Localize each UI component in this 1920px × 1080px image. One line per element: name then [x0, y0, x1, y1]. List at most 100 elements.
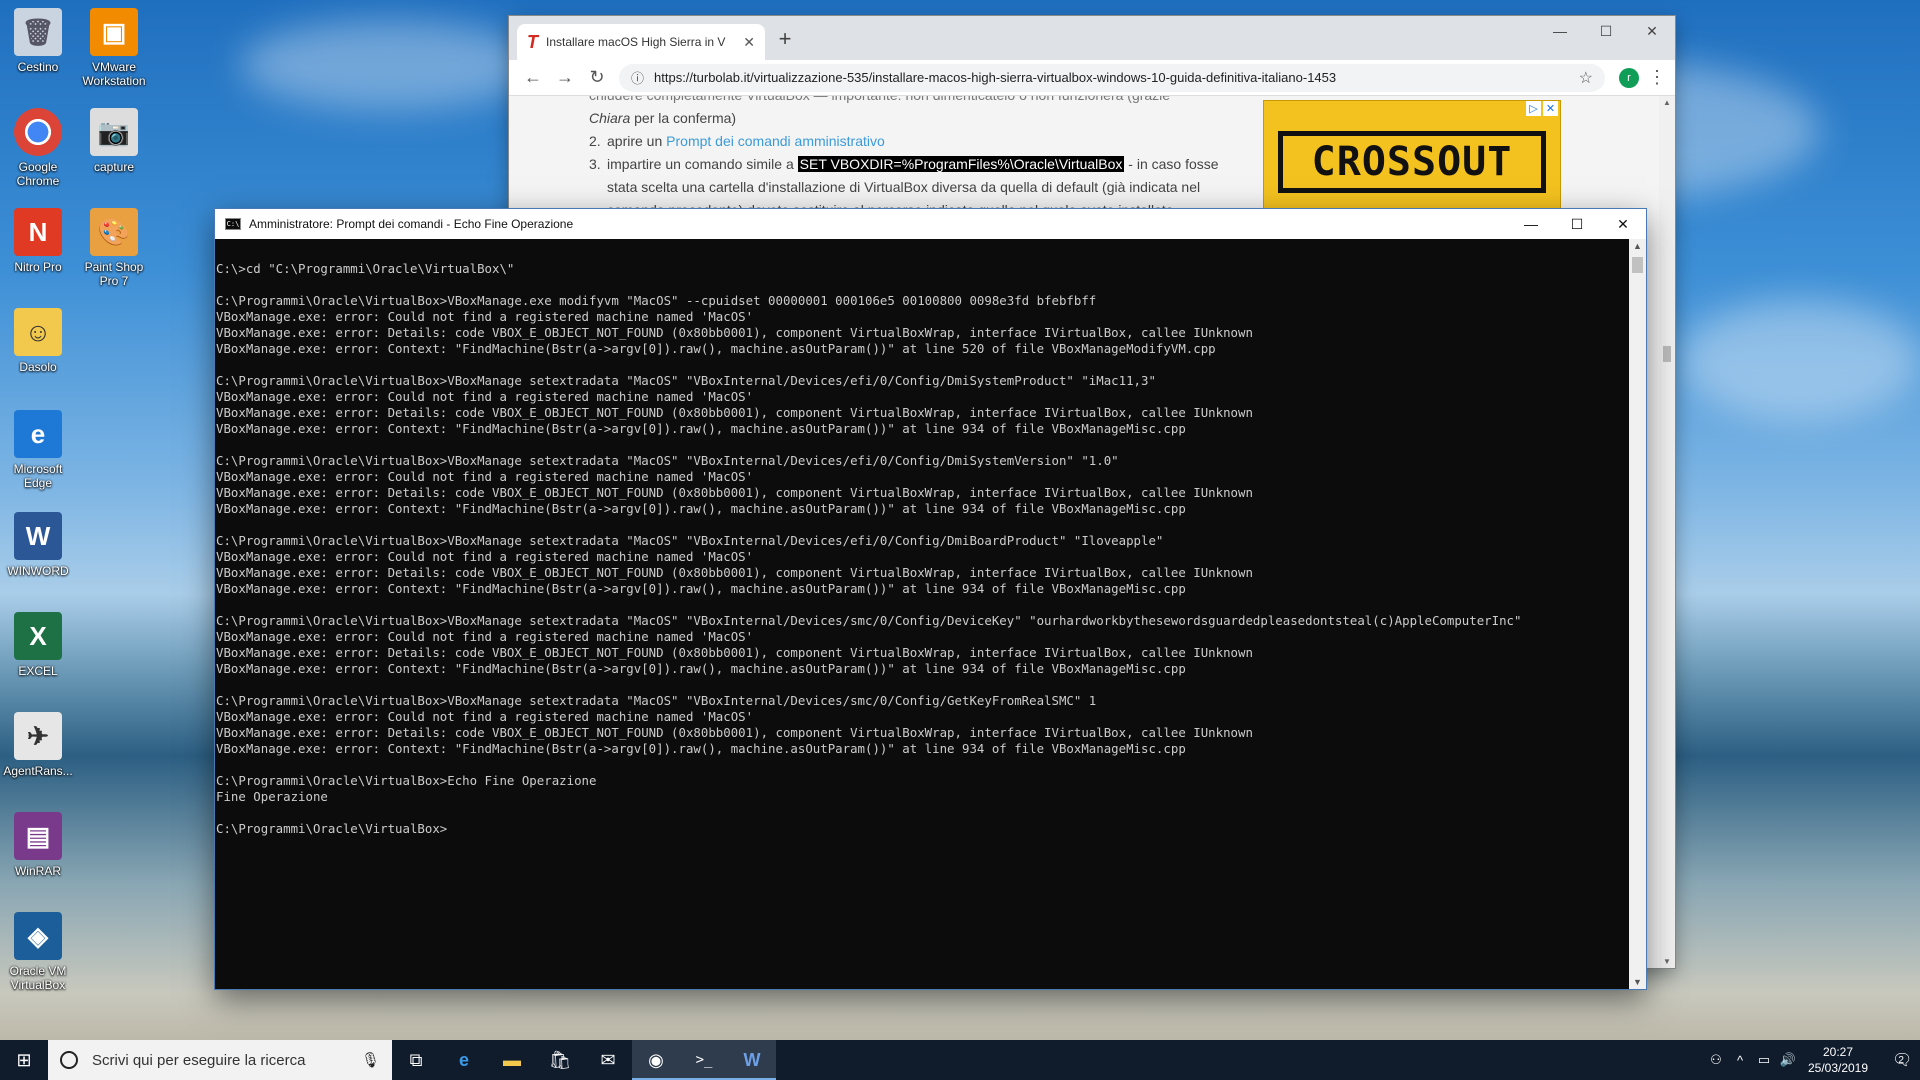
article-body: chiudere completamente VirtualBox — impo… [589, 96, 1229, 222]
scroll-up-icon[interactable]: ▲ [1629, 241, 1646, 251]
network-icon[interactable]: ▭ [1752, 1052, 1776, 1068]
article-line: Chiara per la conferma) [589, 107, 1229, 130]
bookmark-star-icon[interactable]: ☆ [1579, 68, 1593, 88]
edge-icon[interactable]: e [440, 1040, 488, 1080]
command-prompt-window[interactable]: C:\ Amministratore: Prompt dei comandi -… [215, 209, 1646, 989]
ad-close-icon[interactable]: ✕ [1543, 101, 1558, 116]
volume-icon[interactable]: 🔊 [1776, 1052, 1800, 1068]
scroll-down-icon[interactable]: ▼ [1629, 977, 1646, 987]
notification-count: 2 [1898, 1054, 1904, 1066]
notification-icon[interactable]: 🗨 2 [1876, 1050, 1920, 1070]
microphone-icon[interactable]: 🎙 [361, 1051, 380, 1069]
user-folder-icon: ☺ [14, 308, 62, 356]
scrollbar-thumb[interactable] [1663, 346, 1671, 362]
console-line: C:\>cd "C:\Programmi\Oracle\VirtualBox\" [216, 261, 515, 276]
url-text[interactable]: https://turbolab.it/virtualizzazione-535… [654, 70, 1579, 85]
step-text: aprire un [607, 133, 667, 149]
console-line: VBoxManage.exe: error: Context: "FindMac… [216, 341, 1216, 356]
address-bar[interactable]: ⓘ https://turbolab.it/virtualizzazione-5… [619, 63, 1605, 92]
desktop-icon-word[interactable]: W WINWORD [0, 512, 76, 578]
cmd-scrollbar[interactable]: ▲ ▼ [1629, 239, 1646, 989]
maximize-icon[interactable]: ☐ [1583, 16, 1629, 46]
file-explorer-icon[interactable]: ▬ [488, 1040, 536, 1080]
search-placeholder[interactable]: Scrivi qui per eseguire la ricerca [92, 1052, 361, 1069]
desktop-icon-label: capture [93, 160, 135, 174]
close-icon[interactable]: ✕ [1600, 209, 1646, 239]
profile-avatar[interactable]: r [1619, 67, 1639, 88]
step-text: - in caso fosse [1124, 156, 1219, 172]
reload-icon[interactable]: ↻ [581, 67, 613, 88]
article-italic: Chiara [589, 110, 631, 126]
adchoices-icon[interactable]: ▷ [1526, 101, 1541, 116]
windows-start-icon[interactable]: ⊞ [0, 1040, 48, 1080]
clock-time: 20:27 [1822, 1045, 1854, 1059]
desktop-icon-label: VMware Workstation [82, 60, 146, 88]
desktop-icon-paintshop[interactable]: 🎨 Paint Shop Pro 7 [76, 208, 152, 288]
browser-scrollbar[interactable]: ▲ ▼ [1659, 96, 1675, 968]
desktop-icon-agent[interactable]: ✈ AgentRans... [0, 712, 76, 778]
capture-icon: 📷 [90, 108, 138, 156]
desktop-icon-recycle-bin[interactable]: 🗑 Cestino [0, 8, 76, 74]
desktop-icon-vmware[interactable]: ▣ VMware Workstation [76, 8, 152, 88]
scroll-down-icon[interactable]: ▼ [1659, 957, 1675, 966]
word-icon[interactable]: W [728, 1040, 776, 1080]
console-line: VBoxManage.exe: error: Context: "FindMac… [216, 741, 1186, 756]
back-arrow-icon[interactable]: ← [517, 67, 549, 88]
list-item: 2. aprire un Prompt dei comandi amminist… [589, 130, 1229, 153]
clock[interactable]: 20:27 25/03/2019 [1800, 1044, 1876, 1076]
info-icon[interactable]: ⓘ [631, 68, 644, 87]
console-line: VBoxManage.exe: error: Could not find a … [216, 709, 754, 724]
console-line: C:\Programmi\Oracle\VirtualBox>VBoxManag… [216, 533, 1164, 548]
article-link[interactable]: Prompt dei comandi amministrativo [666, 133, 885, 149]
minimize-icon[interactable]: — [1537, 16, 1583, 46]
article-line: chiudere completamente VirtualBox — impo… [589, 96, 1229, 107]
kebab-menu-icon[interactable]: ⋮ [1647, 67, 1667, 88]
console-line: VBoxManage.exe: error: Could not find a … [216, 469, 754, 484]
scroll-up-icon[interactable]: ▲ [1659, 98, 1675, 107]
chevron-up-icon[interactable]: ^ [1728, 1053, 1752, 1068]
browser-tab[interactable]: T Installare macOS High Sierra in V ✕ [517, 24, 765, 60]
advertisement-banner[interactable]: ▷ ✕ CROSSOUT [1263, 100, 1561, 210]
desktop-icon-edge[interactable]: e Microsoft Edge [0, 410, 76, 490]
scrollbar-thumb[interactable] [1632, 257, 1643, 273]
maximize-icon[interactable]: ☐ [1554, 209, 1600, 239]
highlighted-command[interactable]: SET VBOXDIR=%ProgramFiles%\Oracle\Virtua… [797, 156, 1125, 172]
console-line: Fine Operazione [216, 789, 328, 804]
cmd-icon[interactable]: >_ [680, 1040, 728, 1080]
desktop-icon-chrome[interactable]: Google Chrome [0, 108, 76, 188]
cmd-title-bar[interactable]: C:\ Amministratore: Prompt dei comandi -… [215, 209, 1646, 239]
console-output[interactable]: C:\>cd "C:\Programmi\Oracle\VirtualBox\"… [215, 239, 1629, 989]
console-line: VBoxManage.exe: error: Details: code VBO… [216, 565, 1253, 580]
desktop-icon-capture[interactable]: 📷 capture [76, 108, 152, 174]
people-icon[interactable]: ⚇ [1704, 1052, 1728, 1068]
new-tab-icon[interactable]: + [771, 26, 799, 52]
desktop-icon-dasolo[interactable]: ☺ Dasolo [0, 308, 76, 374]
console-line: VBoxManage.exe: error: Details: code VBO… [216, 405, 1253, 420]
desktop-icon-label: Dasolo [19, 360, 57, 374]
search-box[interactable]: Scrivi qui per eseguire la ricerca 🎙 [48, 1040, 392, 1080]
console-line: VBoxManage.exe: error: Context: "FindMac… [216, 581, 1186, 596]
forward-arrow-icon[interactable]: → [549, 67, 581, 88]
desktop-icon-virtualbox[interactable]: ◈ Oracle VM VirtualBox [0, 912, 76, 992]
close-icon[interactable]: ✕ [1629, 16, 1675, 46]
desktop-icon-excel[interactable]: X EXCEL [0, 612, 76, 678]
browser-toolbar: ← → ↻ ⓘ https://turbolab.it/virtualizzaz… [509, 60, 1675, 96]
clock-date: 25/03/2019 [1807, 1061, 1869, 1075]
minimize-icon[interactable]: — [1508, 209, 1554, 239]
desktop-icon-label: EXCEL [18, 664, 58, 678]
store-icon[interactable]: 🛍 [536, 1040, 584, 1080]
console-line: VBoxManage.exe: error: Details: code VBO… [216, 485, 1253, 500]
desktop-icon-label: AgentRans... [3, 764, 73, 778]
ad-brand-logo: CROSSOUT [1278, 131, 1546, 193]
task-view-icon[interactable]: ⧉ [392, 1040, 440, 1080]
desktop-icon-nitro[interactable]: N Nitro Pro [0, 208, 76, 274]
mail-icon[interactable]: ✉ [584, 1040, 632, 1080]
chrome-icon[interactable]: ◉ [632, 1040, 680, 1080]
close-tab-icon[interactable]: ✕ [743, 34, 755, 51]
desktop-icon-winrar[interactable]: ▤ WinRAR [0, 812, 76, 878]
